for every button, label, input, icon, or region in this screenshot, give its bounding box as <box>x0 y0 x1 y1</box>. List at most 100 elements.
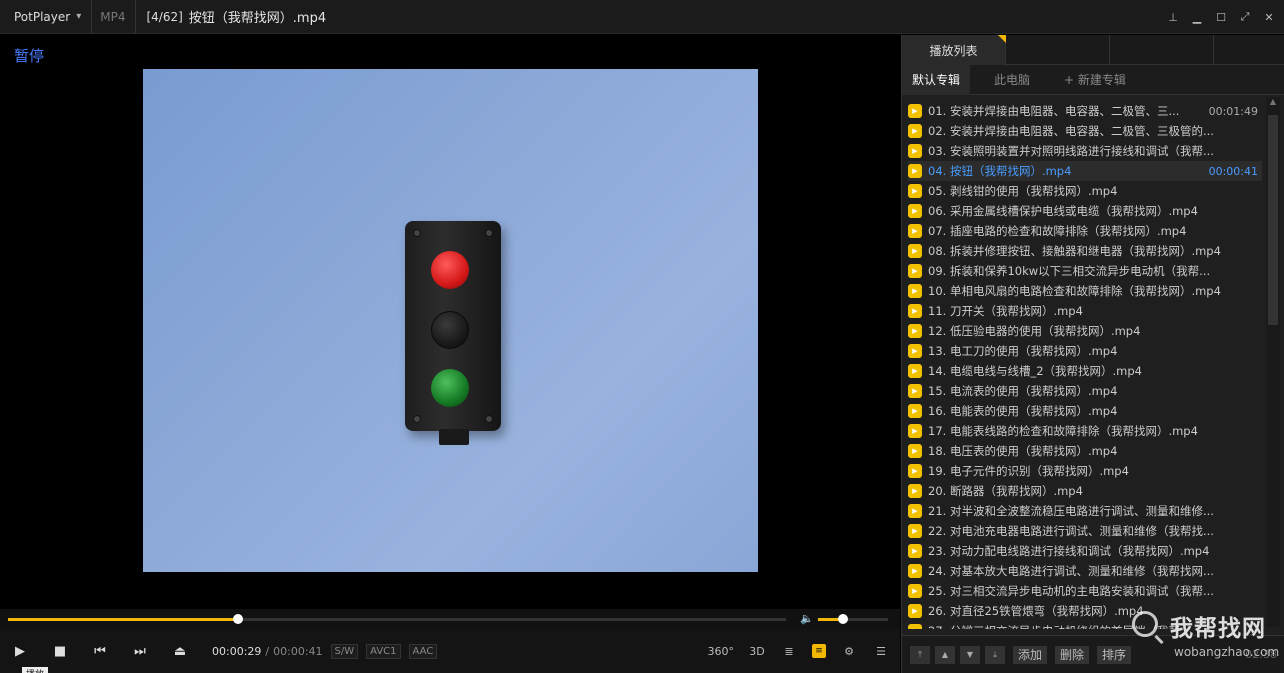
seek-slider[interactable] <box>8 614 786 624</box>
move-bottom-button[interactable]: ⤓ <box>985 645 1005 664</box>
playlist-item[interactable]: 02. 安装并焊接由电阻器、电容器、二极管、三极管的... <box>908 121 1262 141</box>
osd-status: 暂停 <box>14 47 45 65</box>
seek-progress-fill <box>8 618 238 621</box>
media-file-icon <box>908 424 922 438</box>
audio-codec-tag[interactable]: AAC <box>408 643 438 659</box>
playlist-item[interactable]: 21. 对半波和全波整流稳压电路进行调试、测量和维修... <box>908 501 1262 521</box>
clock: 02:38 <box>1245 648 1277 661</box>
video-codec-tag[interactable]: AVC1 <box>366 643 401 659</box>
media-file-icon <box>908 324 922 338</box>
skip-forward-icon: ⏭ <box>134 643 146 659</box>
playlist-item[interactable]: 14. 电缆电线与线槽_2（我帮找网）.mp4 <box>908 361 1262 381</box>
playlist-item[interactable]: 22. 对电池充电器电路进行调试、测量和维修（我帮找... <box>908 521 1262 541</box>
playlist-toggle-icon[interactable]: ≡ <box>812 644 826 658</box>
add-button[interactable]: 添加 <box>1013 645 1048 664</box>
pin-icon[interactable]: ⊥ <box>1166 10 1180 24</box>
playlist-item[interactable]: 18. 电压表的使用（我帮找网）.mp4 <box>908 441 1262 461</box>
playlist-item[interactable]: 19. 电子元件的识别（我帮找网）.mp4 <box>908 461 1262 481</box>
playlist-item-name: 22. 对电池充电器电路进行调试、测量和维修（我帮找... <box>928 524 1214 538</box>
playlist-item[interactable]: 09. 拆装和保养10kw以下三相交流异步电动机（我帮... <box>908 261 1262 281</box>
move-top-button[interactable]: ⤒ <box>910 645 930 664</box>
playlist-item[interactable]: 07. 插座电路的检查和故障排除（我帮找网）.mp4 <box>908 221 1262 241</box>
right-controls: 360° 3D ≣ ≡ ⚙ ☰ <box>708 629 891 673</box>
media-file-icon <box>908 164 922 178</box>
scroll-thumb[interactable] <box>1268 115 1278 325</box>
up-arrow-icon: ▲ <box>941 650 949 659</box>
playlist-item[interactable]: 11. 刀开关（我帮找网）.mp4 <box>908 301 1262 321</box>
move-bottom-icon: ⤓ <box>993 649 997 659</box>
vr-360-button[interactable]: 360° <box>708 645 735 658</box>
previous-button[interactable]: ⏮ <box>80 629 120 673</box>
fullscreen-icon[interactable]: ⤢ <box>1238 10 1252 24</box>
screw <box>485 229 493 237</box>
playlist-item[interactable]: 03. 安装照明装置并对照明线路进行接线和调试（我帮... <box>908 141 1262 161</box>
playlist-item[interactable]: 08. 拆装并修理按钮、接触器和继电器（我帮找网）.mp4 <box>908 241 1262 261</box>
playlist-item-name: 15. 电流表的使用（我帮找网）.mp4 <box>928 384 1118 398</box>
volume-slider[interactable] <box>818 614 888 624</box>
settings-gear-icon[interactable]: ⚙ <box>840 645 858 658</box>
playlist-item[interactable]: 17. 电能表线路的检查和故障排除（我帮找网）.mp4 <box>908 421 1262 441</box>
playlist-item[interactable]: 27. 分辨三相交流异步电动机绕组的首尾端（我帮... <box>908 621 1262 629</box>
eject-button[interactable]: ⏏ <box>160 629 200 673</box>
chapter-search-icon[interactable]: ≣ <box>780 645 798 658</box>
menu-icon[interactable]: ☰ <box>872 645 890 658</box>
playlist-item[interactable]: 20. 断路器（我帮找网）.mp4 <box>908 481 1262 501</box>
close-icon[interactable]: ✕ <box>1262 10 1276 24</box>
video-area[interactable]: 暂停 <box>0 35 900 609</box>
playlist-item[interactable]: 13. 电工刀的使用（我帮找网）.mp4 <box>908 341 1262 361</box>
format-label: MP4 <box>92 0 137 33</box>
move-down-button[interactable]: ▼ <box>960 645 980 664</box>
playlist-item[interactable]: 23. 对动力配电线路进行接线和调试（我帮找网）.mp4 <box>908 541 1262 561</box>
delete-button[interactable]: 删除 <box>1055 645 1090 664</box>
panel-tabs: 播放列表 <box>902 35 1284 65</box>
app-menu-button[interactable]: PotPlayer ▾ <box>0 0 93 33</box>
playlist-item[interactable]: 16. 电能表的使用（我帮找网）.mp4 <box>908 401 1262 421</box>
maximize-icon[interactable]: ☐ <box>1214 10 1228 24</box>
playlist-item-name: 04. 按钮（我帮找网）.mp4 <box>928 164 1072 178</box>
new-album-button[interactable]: + 新建专辑 <box>1054 65 1136 95</box>
minimize-icon[interactable]: ▁ <box>1190 10 1204 24</box>
speaker-icon[interactable]: 🔈 <box>800 612 814 625</box>
sort-button[interactable]: 排序 <box>1097 645 1132 664</box>
playlist-item[interactable]: 05. 剥线钳的使用（我帮找网）.mp4 <box>908 181 1262 201</box>
playlist-item[interactable]: 10. 单相电风扇的电路检查和故障排除（我帮找网）.mp4 <box>908 281 1262 301</box>
tab-empty[interactable] <box>1006 35 1110 65</box>
media-file-icon <box>908 584 922 598</box>
playlist-item-name: 07. 插座电路的检查和故障排除（我帮找网）.mp4 <box>928 224 1187 238</box>
media-file-icon <box>908 304 922 318</box>
current-time: 00:00:29 <box>212 644 262 658</box>
subtab-default-album[interactable]: 默认专辑 <box>902 64 971 95</box>
decoder-tag[interactable]: S/W <box>330 643 359 659</box>
playlist-item[interactable]: 25. 对三相交流异步电动机的主电路安装和调试（我帮... <box>908 581 1262 601</box>
playlist-item-duration: 00:00:41 <box>1208 164 1258 178</box>
playlist-item-name: 19. 电子元件的识别（我帮找网）.mp4 <box>928 464 1129 478</box>
playlist-item-name: 18. 电压表的使用（我帮找网）.mp4 <box>928 444 1118 458</box>
subtab-this-pc[interactable]: 此电脑 <box>984 65 1040 95</box>
volume-handle[interactable] <box>838 614 849 624</box>
media-file-icon <box>908 464 922 478</box>
tab-empty[interactable] <box>1110 35 1214 65</box>
playlist-item[interactable]: 12. 低压验电器的使用（我帮找网）.mp4 <box>908 321 1262 341</box>
playlist-item[interactable]: 04. 按钮（我帮找网）.mp4 00:00:41 <box>908 161 1262 181</box>
playlist-index: [4/62] <box>146 9 183 24</box>
playlist-scrollbar[interactable]: ▲ <box>1266 97 1280 627</box>
media-file-icon <box>908 624 922 629</box>
media-file-icon <box>908 484 922 498</box>
playlist-item[interactable]: 15. 电流表的使用（我帮找网）.mp4 <box>908 381 1262 401</box>
playlist-item[interactable]: 24. 对基本放大电路进行调试、测量和维修（我帮找网... <box>908 561 1262 581</box>
media-file-icon <box>908 504 922 518</box>
3d-button[interactable]: 3D <box>748 645 766 658</box>
playlist-item[interactable]: 01. 安装并焊接由电阻器、电容器、二极管、三... 00:01:49 <box>908 101 1262 121</box>
next-button[interactable]: ⏭ <box>120 629 160 673</box>
seek-handle[interactable] <box>232 614 243 624</box>
playlist-item[interactable]: 26. 对直径25铁管煨弯（我帮找网）.mp4 <box>908 601 1262 621</box>
scroll-up-icon[interactable]: ▲ <box>1266 97 1280 111</box>
screw <box>485 415 493 423</box>
playlist-item-name: 13. 电工刀的使用（我帮找网）.mp4 <box>928 344 1118 358</box>
playlist-item-name: 20. 断路器（我帮找网）.mp4 <box>928 484 1083 498</box>
album-tabs: 默认专辑 此电脑 + 新建专辑 <box>902 64 1284 95</box>
tab-playlist[interactable]: 播放列表 <box>902 35 1006 65</box>
playlist-item[interactable]: 06. 采用金属线槽保护电线或电缆（我帮找网）.mp4 <box>908 201 1262 221</box>
move-up-button[interactable]: ▲ <box>935 645 955 664</box>
playlist-panel: 播放列表 默认专辑 此电脑 + 新建专辑 01. 安装并焊接由电阻器、电容器、二… <box>901 35 1284 673</box>
